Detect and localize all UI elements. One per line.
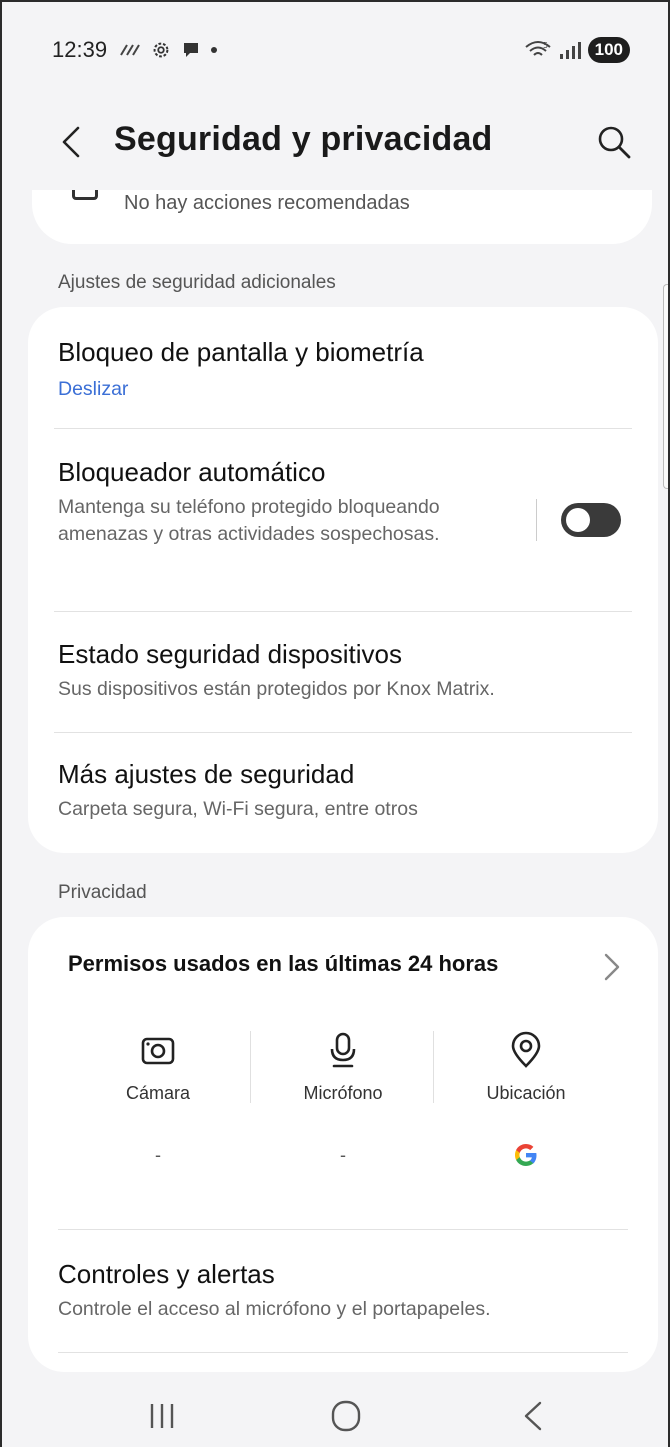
more-security-settings-item[interactable]: Más ajustes de seguridad Carpeta segura,…	[58, 759, 630, 823]
privacy-card: Permisos usados en las últimas 24 horas …	[28, 917, 658, 1372]
permission-label: Ubicación	[486, 1083, 566, 1103]
search-icon[interactable]	[594, 122, 634, 162]
permission-label: Micrófono	[303, 1083, 383, 1103]
screen: 12:39 5 100 Seguridad y privacidad No ha…	[0, 0, 670, 1447]
permission-camera[interactable]: Cámara -	[68, 1031, 248, 1170]
camera-icon	[141, 1037, 175, 1065]
google-icon	[515, 1144, 537, 1166]
permission-microphone[interactable]: Micrófono -	[253, 1031, 433, 1170]
item-title: Bloqueador automático	[58, 457, 326, 487]
back-button[interactable]	[56, 122, 88, 162]
dot-icon	[211, 47, 218, 53]
status-bar: 12:39 5 100	[2, 2, 668, 98]
security-settings-card: Bloqueo de pantalla y biometría Deslizar…	[28, 307, 658, 853]
item-subtitle: Deslizar	[58, 378, 129, 400]
home-button[interactable]	[326, 1398, 366, 1434]
auto-blocker-toggle[interactable]	[561, 503, 621, 537]
permission-usage: -	[340, 1144, 346, 1165]
status-notification-icons	[119, 39, 218, 61]
item-title: Estado seguridad dispositivos	[58, 639, 402, 669]
recent-apps-button[interactable]	[142, 1398, 182, 1434]
microphone-icon	[330, 1032, 356, 1068]
column-divider	[250, 1031, 251, 1103]
toggle-knob	[566, 508, 590, 532]
signal-icon	[559, 42, 581, 59]
item-title: Más ajustes de seguridad	[58, 759, 355, 789]
toggle-separator	[536, 499, 537, 541]
device-security-status-item[interactable]: Estado seguridad dispositivos Sus dispos…	[58, 639, 630, 703]
permission-location[interactable]: Ubicación	[436, 1031, 616, 1170]
app-header: Seguridad y privacidad	[2, 98, 668, 190]
battery-indicator: 100	[587, 37, 630, 63]
divider	[58, 1229, 628, 1230]
recommended-actions-card[interactable]: No hay acciones recomendadas	[32, 190, 652, 244]
item-subtitle: Mantenga su teléfono protegido bloqueand…	[58, 496, 440, 545]
divider	[54, 732, 632, 733]
chevron-right-icon[interactable]	[602, 951, 622, 983]
status-system-icons: 5 100	[524, 37, 630, 63]
screen-lock-biometrics-item[interactable]: Bloqueo de pantalla y biometría Deslizar	[58, 337, 630, 403]
system-nav-bar	[2, 1382, 668, 1447]
location-icon	[511, 1031, 541, 1068]
chat-bubble-icon	[184, 43, 199, 57]
gear-icon	[153, 42, 169, 58]
item-title: Bloqueo de pantalla y biometría	[58, 337, 424, 367]
recommended-actions-text: No hay acciones recomendadas	[124, 192, 410, 214]
permissions-used-title[interactable]: Permisos usados en las últimas 24 horas	[68, 951, 498, 977]
permission-usage: -	[155, 1144, 161, 1165]
status-time: 12:39	[52, 37, 108, 62]
svg-text:5: 5	[543, 41, 548, 50]
controls-alerts-item[interactable]: Controles y alertas Controle el acceso a…	[58, 1259, 630, 1323]
divider	[54, 611, 632, 612]
nfc-icon	[120, 44, 140, 56]
back-nav-button[interactable]	[514, 1398, 554, 1434]
item-subtitle: Controle el acceso al micrófono y el por…	[58, 1298, 491, 1320]
auto-blocker-item[interactable]: Bloqueador automático Mantenga su teléfo…	[58, 457, 528, 548]
wifi-icon: 5	[524, 41, 551, 56]
item-title: Controles y alertas	[58, 1259, 275, 1289]
item-subtitle: Carpeta segura, Wi-Fi segura, entre otro…	[58, 798, 418, 820]
permission-label: Cámara	[125, 1083, 191, 1103]
divider	[54, 428, 632, 429]
item-subtitle: Sus dispositivos están protegidos por Kn…	[58, 678, 495, 700]
column-divider	[433, 1031, 434, 1103]
permission-usage	[436, 1140, 616, 1170]
scrollbar[interactable]	[663, 284, 668, 489]
phone-icon	[72, 190, 98, 200]
divider	[58, 1352, 628, 1353]
section-label-privacy: Privacidad	[58, 882, 147, 903]
section-label-security: Ajustes de seguridad adicionales	[58, 272, 336, 293]
page-title: Seguridad y privacidad	[114, 120, 493, 158]
